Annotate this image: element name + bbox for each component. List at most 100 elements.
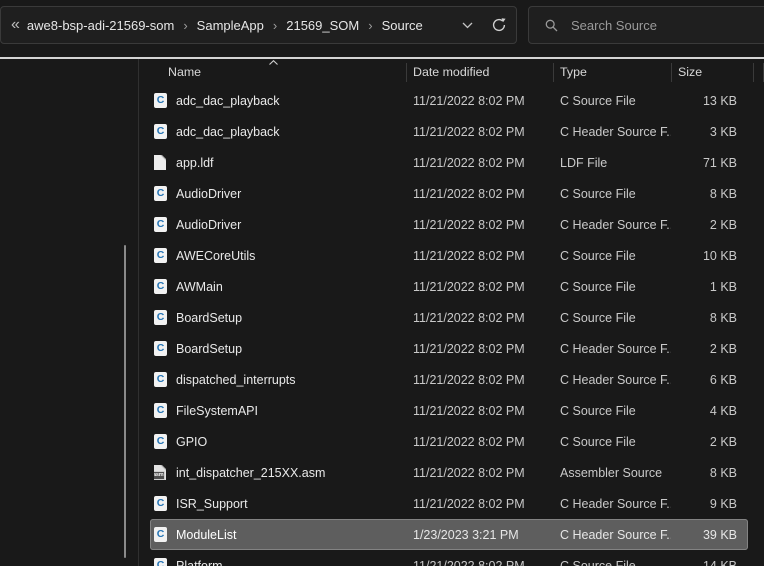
file-date-modified: 11/21/2022 8:02 PM	[406, 342, 553, 356]
breadcrumb-overflow-icon[interactable]: «	[11, 17, 20, 33]
file-size: 8 KB	[671, 311, 748, 325]
file-size: 8 KB	[671, 187, 748, 201]
address-dropdown-icon[interactable]	[462, 22, 473, 29]
file-type: C Header Source F...	[553, 218, 671, 232]
file-size: 39 KB	[671, 528, 748, 542]
file-row[interactable]: Cadc_dac_playback11/21/2022 8:02 PMC Sou…	[150, 85, 748, 116]
file-date-modified: 11/21/2022 8:02 PM	[406, 311, 553, 325]
file-date-modified: 1/23/2023 3:21 PM	[406, 528, 553, 542]
c-source-file-icon: C	[154, 310, 167, 325]
column-header-size[interactable]: Size	[671, 65, 753, 79]
file-type: C Source File	[553, 249, 671, 263]
file-type: C Header Source F...	[553, 497, 671, 511]
file-row[interactable]: C FileSystemAPI11/21/2022 8:02 PMC Source…	[150, 395, 748, 426]
file-row[interactable]: Cadc_dac_playback11/21/2022 8:02 PMC Hea…	[150, 116, 748, 147]
file-size: 2 KB	[671, 435, 748, 449]
file-name: dispatched_interrupts	[176, 373, 406, 387]
file-name: AudioDriver	[176, 187, 406, 201]
file-size: 71 KB	[671, 156, 748, 170]
breadcrumb-chevron-icon[interactable]: ›	[174, 18, 196, 33]
file-size: 2 KB	[671, 218, 748, 232]
file-date-modified: 11/21/2022 8:02 PM	[406, 373, 553, 387]
search-input[interactable]	[571, 18, 764, 33]
file-name: GPIO	[176, 435, 406, 449]
file-row[interactable]: Cdispatched_interrupts11/21/2022 8:02 PM…	[150, 364, 748, 395]
c-source-file-icon: C	[154, 403, 167, 418]
file-row[interactable]: CPlatform11/21/2022 8:02 PMC Source File…	[150, 550, 748, 566]
breadcrumb-item[interactable]: awe8-bsp-adi-21569-som	[27, 18, 174, 33]
file-type: C Header Source F...	[553, 342, 671, 356]
document-icon	[154, 155, 166, 170]
file-name: adc_dac_playback	[176, 125, 406, 139]
file-row[interactable]: CModuleList1/23/2023 3:21 PMC Header Sou…	[150, 519, 748, 550]
file-size: 2 KB	[671, 342, 748, 356]
file-row[interactable]: CAWMain11/21/2022 8:02 PMC Source File1 …	[150, 271, 748, 302]
file-type: C Source File	[553, 280, 671, 294]
file-name: AWMain	[176, 280, 406, 294]
file-row[interactable]: asmint_dispatcher_215XX.asm11/21/2022 8:…	[150, 457, 748, 488]
file-date-modified: 11/21/2022 8:02 PM	[406, 559, 553, 566]
file-list: Name Date modified Type Size Cadc_dac_pl…	[139, 59, 764, 566]
file-row[interactable]: app.ldf11/21/2022 8:02 PMLDF File71 KB	[150, 147, 748, 178]
file-row[interactable]: C ISR_Support11/21/2022 8:02 PMC Header S…	[150, 488, 748, 519]
file-type: C Source File	[553, 311, 671, 325]
c-source-file-icon: C	[154, 279, 167, 294]
file-size: 10 KB	[671, 249, 748, 263]
file-rows: Cadc_dac_playback11/21/2022 8:02 PMC Sou…	[139, 85, 764, 566]
column-header-date-modified[interactable]: Date modified	[406, 65, 553, 79]
address-bar[interactable]: « awe8-bsp-adi-21569-som›SampleApp›21569…	[0, 6, 517, 44]
file-type: C Header Source F...	[553, 373, 671, 387]
file-name: Platform	[176, 559, 406, 566]
file-date-modified: 11/21/2022 8:02 PM	[406, 404, 553, 418]
file-row[interactable]: CBoardSetup11/21/2022 8:02 PMC Header So…	[150, 333, 748, 364]
file-type: C Source File	[553, 559, 671, 566]
column-separator[interactable]	[553, 63, 554, 82]
file-row[interactable]: CAudioDriver11/21/2022 8:02 PMC Header S…	[150, 209, 748, 240]
file-size: 3 KB	[671, 125, 748, 139]
column-header-name[interactable]: Name	[139, 65, 406, 79]
file-name: FileSystemAPI	[176, 404, 406, 418]
c-source-file-icon: C	[154, 217, 167, 232]
file-name: ModuleList	[176, 528, 406, 542]
file-row[interactable]: CAWECoreUtils11/21/2022 8:02 PMC Source …	[150, 240, 748, 271]
breadcrumb-item[interactable]: Source	[382, 18, 423, 33]
file-name: AudioDriver	[176, 218, 406, 232]
file-size: 6 KB	[671, 373, 748, 387]
file-type: C Header Source F...	[553, 528, 671, 542]
breadcrumb-chevron-icon[interactable]: ›	[264, 18, 286, 33]
file-size: 14 KB	[671, 559, 748, 566]
file-row[interactable]: CGPIO11/21/2022 8:02 PMC Source File2 KB	[150, 426, 748, 457]
toolbar: « awe8-bsp-adi-21569-som›SampleApp›21569…	[0, 0, 764, 57]
file-date-modified: 11/21/2022 8:02 PM	[406, 94, 553, 108]
c-source-file-icon: C	[154, 496, 167, 511]
column-separator[interactable]	[753, 63, 754, 82]
file-date-modified: 11/21/2022 8:02 PM	[406, 435, 553, 449]
breadcrumb-item[interactable]: 21569_SOM	[286, 18, 359, 33]
navigation-pane-scrollbar[interactable]	[124, 245, 126, 558]
column-separator[interactable]	[671, 63, 672, 82]
file-type: C Source File	[553, 94, 671, 108]
file-name: int_dispatcher_215XX.asm	[176, 466, 406, 480]
file-date-modified: 11/21/2022 8:02 PM	[406, 156, 553, 170]
file-name: BoardSetup	[176, 311, 406, 325]
file-size: 13 KB	[671, 94, 748, 108]
file-row[interactable]: CAudioDriver11/21/2022 8:02 PMC Source F…	[150, 178, 748, 209]
column-separator[interactable]	[406, 63, 407, 82]
breadcrumb: awe8-bsp-adi-21569-som›SampleApp›21569_S…	[27, 18, 454, 33]
file-name: adc_dac_playback	[176, 94, 406, 108]
file-date-modified: 11/21/2022 8:02 PM	[406, 187, 553, 201]
column-header-type[interactable]: Type	[553, 65, 671, 79]
file-row[interactable]: C BoardSetup11/21/2022 8:02 PMC Source Fi…	[150, 302, 748, 333]
c-source-file-icon: C	[154, 434, 167, 449]
file-name: ISR_Support	[176, 497, 406, 511]
file-name: AWECoreUtils	[176, 249, 406, 263]
file-size: 4 KB	[671, 404, 748, 418]
breadcrumb-item[interactable]: SampleApp	[197, 18, 264, 33]
refresh-icon[interactable]	[491, 17, 507, 33]
file-date-modified: 11/21/2022 8:02 PM	[406, 497, 553, 511]
file-type: C Source File	[553, 404, 671, 418]
file-date-modified: 11/21/2022 8:02 PM	[406, 466, 553, 480]
search-box[interactable]	[528, 6, 764, 44]
breadcrumb-chevron-icon[interactable]: ›	[359, 18, 381, 33]
file-size: 8 KB	[671, 466, 748, 480]
